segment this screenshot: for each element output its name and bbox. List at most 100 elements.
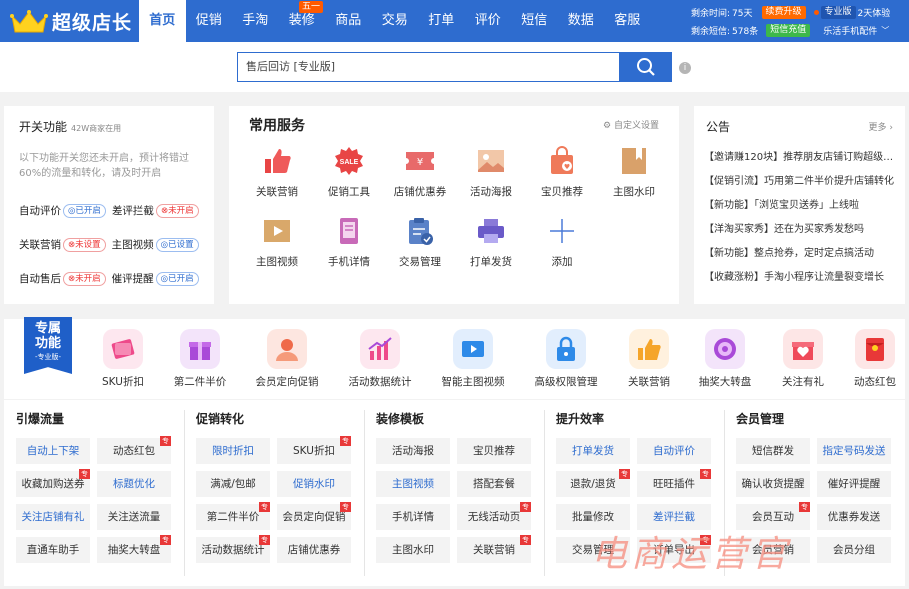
tool-button[interactable]: 动态红包专 bbox=[97, 436, 171, 464]
tool-button[interactable]: 宝贝推荐 bbox=[457, 438, 531, 464]
chevron-down-icon[interactable]: ﹀ bbox=[881, 25, 889, 36]
tool-button[interactable]: 会员分组 bbox=[817, 537, 891, 563]
feature-item[interactable]: 活动数据统计 bbox=[335, 329, 425, 389]
tool-button[interactable]: 收藏加购送券专 bbox=[16, 469, 90, 497]
service-item[interactable]: 主图水印 bbox=[599, 146, 669, 199]
service-label: 添加 bbox=[551, 256, 573, 268]
sms-recharge-button[interactable]: 短信充值 bbox=[766, 24, 811, 37]
tool-button[interactable]: 自动上下架 bbox=[16, 438, 90, 464]
search-input[interactable]: 售后回访 [专业版] bbox=[237, 52, 620, 82]
tool-button[interactable]: 打单发货 bbox=[556, 438, 630, 464]
nav-data[interactable]: 数据 bbox=[558, 0, 605, 42]
service-item[interactable]: ¥ 店铺优惠券 bbox=[385, 146, 455, 199]
service-item[interactable]: ♥ 宝贝推荐 bbox=[527, 146, 597, 199]
switch-title: 开关功能 bbox=[19, 120, 68, 134]
service-item[interactable]: 交易管理 bbox=[385, 216, 455, 269]
crown-icon bbox=[10, 9, 48, 32]
tool-button[interactable]: SKU折扣专 bbox=[277, 436, 351, 464]
switch-status-on[interactable]: ◎已设置 bbox=[155, 237, 199, 252]
switch-status-off[interactable]: ⊗未开启 bbox=[63, 271, 106, 286]
tool-button[interactable]: 搭配套餐 bbox=[457, 471, 531, 497]
nav-trade[interactable]: 交易 bbox=[372, 0, 419, 42]
feature-item[interactable]: 抽奖大转盘 bbox=[680, 329, 770, 389]
tool-button[interactable]: 活动数据统计专 bbox=[196, 535, 270, 563]
tool-button[interactable]: 催好评提醒 bbox=[817, 471, 891, 497]
tool-button[interactable]: 满减/包邮 bbox=[196, 471, 270, 497]
version-dot-icon bbox=[813, 10, 819, 15]
switch-description: 以下功能开关您还未开启，预计将错过60%的流量和转化，请及时开启 bbox=[19, 153, 189, 179]
tool-button[interactable]: 手机详情 bbox=[376, 504, 450, 530]
tool-button[interactable]: 确认收货提醒 bbox=[736, 471, 810, 497]
tool-button[interactable]: 短信群发 bbox=[736, 438, 810, 464]
logo[interactable]: 超级店长 bbox=[10, 8, 132, 35]
nav-home[interactable]: 首页 bbox=[139, 0, 186, 42]
switch-status-off[interactable]: ⊗未设置 bbox=[63, 237, 106, 252]
tool-button[interactable]: 第二件半价专 bbox=[196, 502, 270, 530]
feature-item[interactable]: 第二件半价 bbox=[155, 329, 245, 389]
tool-button[interactable]: 自动评价 bbox=[637, 438, 711, 464]
poster-image-icon bbox=[478, 150, 504, 172]
feature-item[interactable]: 动态红包 bbox=[830, 329, 909, 389]
tool-button[interactable]: 无线活动页专 bbox=[457, 502, 531, 530]
nav-decoration[interactable]: 装修 五一 bbox=[279, 0, 326, 42]
tool-button[interactable]: 退款/退货专 bbox=[556, 469, 630, 497]
film-icon bbox=[453, 329, 493, 369]
tool-button[interactable]: 关注店铺有礼 bbox=[16, 504, 90, 530]
tool-button[interactable]: 优惠券发送 bbox=[817, 504, 891, 530]
tool-button[interactable]: 指定号码发送 bbox=[817, 438, 891, 464]
feature-item[interactable]: 会员定向促销 bbox=[242, 329, 332, 389]
switch-status-on[interactable]: ◎已开启 bbox=[155, 271, 199, 286]
feature-label: 会员定向促销 bbox=[255, 376, 319, 388]
notice-panel: 公告 更多 › 【邀请赚120块】推荐朋友店铺订购超级店长 【促销引流】巧用第二… bbox=[694, 106, 905, 304]
customize-link[interactable]: ⚙ 自定义设置 bbox=[603, 118, 659, 131]
switch-status-off[interactable]: ⊗未开启 bbox=[155, 203, 199, 218]
notice-item[interactable]: 【邀请赚120块】推荐朋友店铺订购超级店长 bbox=[704, 148, 896, 163]
tool-label: 店铺优惠券 bbox=[287, 544, 341, 556]
tool-button[interactable]: 直通车助手 bbox=[16, 537, 90, 563]
tool-button[interactable]: 抽奖大转盘专 bbox=[97, 535, 171, 563]
search-button[interactable] bbox=[620, 52, 672, 82]
notice-item[interactable]: 【收藏涨粉】手淘小程序让流量裂变增长 bbox=[704, 268, 896, 283]
nav-review[interactable]: 评价 bbox=[465, 0, 512, 42]
tool-button[interactable]: 活动海报 bbox=[376, 438, 450, 464]
switch-label: 自动售后 bbox=[19, 273, 61, 285]
nav-print[interactable]: 打单 bbox=[418, 0, 465, 42]
more-link[interactable]: 更多 › bbox=[869, 120, 893, 133]
nav-promotion[interactable]: 促销 bbox=[186, 0, 233, 42]
sku-discount-icon bbox=[103, 329, 143, 369]
feature-item[interactable]: 智能主图视频 bbox=[428, 329, 518, 389]
tool-button[interactable]: 旺旺插件专 bbox=[637, 469, 711, 497]
notice-item[interactable]: 【新功能】整点抢券，定时定点搞活动 bbox=[704, 244, 896, 259]
nav-products[interactable]: 商品 bbox=[325, 0, 372, 42]
tool-button[interactable]: 标题优化 bbox=[97, 471, 171, 497]
feature-label: 高级权限管理 bbox=[534, 376, 598, 388]
nav-sms[interactable]: 短信 bbox=[511, 0, 558, 42]
tool-column: 促销转化 限时折扣 SKU折扣专满减/包邮 促销水印 第二件半价专会员定向促销专活动数据… bbox=[184, 400, 364, 586]
tool-button[interactable]: 店铺优惠券 bbox=[277, 537, 351, 563]
tool-button[interactable]: 关注送流量 bbox=[97, 504, 171, 530]
service-item[interactable]: 活动海报 bbox=[456, 146, 526, 199]
help-icon[interactable]: i bbox=[679, 62, 691, 74]
tool-label: 会员分组 bbox=[833, 544, 875, 556]
tool-button[interactable]: 限时折扣 bbox=[196, 438, 270, 464]
switch-status-on[interactable]: ◎已开启 bbox=[63, 203, 106, 218]
tool-button[interactable]: 促销水印 bbox=[277, 471, 351, 497]
tool-button[interactable]: 主图水印 bbox=[376, 537, 450, 563]
nav-service[interactable]: 客服 bbox=[604, 0, 651, 42]
shop-name-link[interactable]: 乐活手机配件 bbox=[823, 24, 877, 37]
tool-button[interactable]: 关联营销专 bbox=[457, 535, 531, 563]
renew-button[interactable]: 续费升级 bbox=[761, 6, 806, 19]
service-item[interactable]: 手机详情 bbox=[314, 216, 384, 269]
service-item[interactable]: 添加 bbox=[527, 216, 597, 269]
service-item[interactable]: 打单发货 bbox=[456, 216, 526, 269]
tool-button[interactable]: 主图视频 bbox=[376, 471, 450, 497]
notice-item[interactable]: 【洋淘买家秀】还在为买家秀发愁吗 bbox=[704, 220, 896, 235]
feature-item[interactable]: 高级权限管理 bbox=[521, 329, 611, 389]
service-item[interactable]: 主图视频 bbox=[242, 216, 312, 269]
notice-item[interactable]: 【促销引流】巧用第二件半价提升店铺转化 bbox=[704, 172, 896, 187]
nav-mobile-taobao[interactable]: 手淘 bbox=[232, 0, 279, 42]
tool-button[interactable]: 会员定向促销专 bbox=[277, 502, 351, 530]
service-item[interactable]: SALE 促销工具 bbox=[314, 146, 384, 199]
service-item[interactable]: 关联营销 bbox=[242, 146, 312, 199]
notice-item[interactable]: 【新功能】「浏览宝贝送券」上线啦 bbox=[704, 196, 896, 211]
